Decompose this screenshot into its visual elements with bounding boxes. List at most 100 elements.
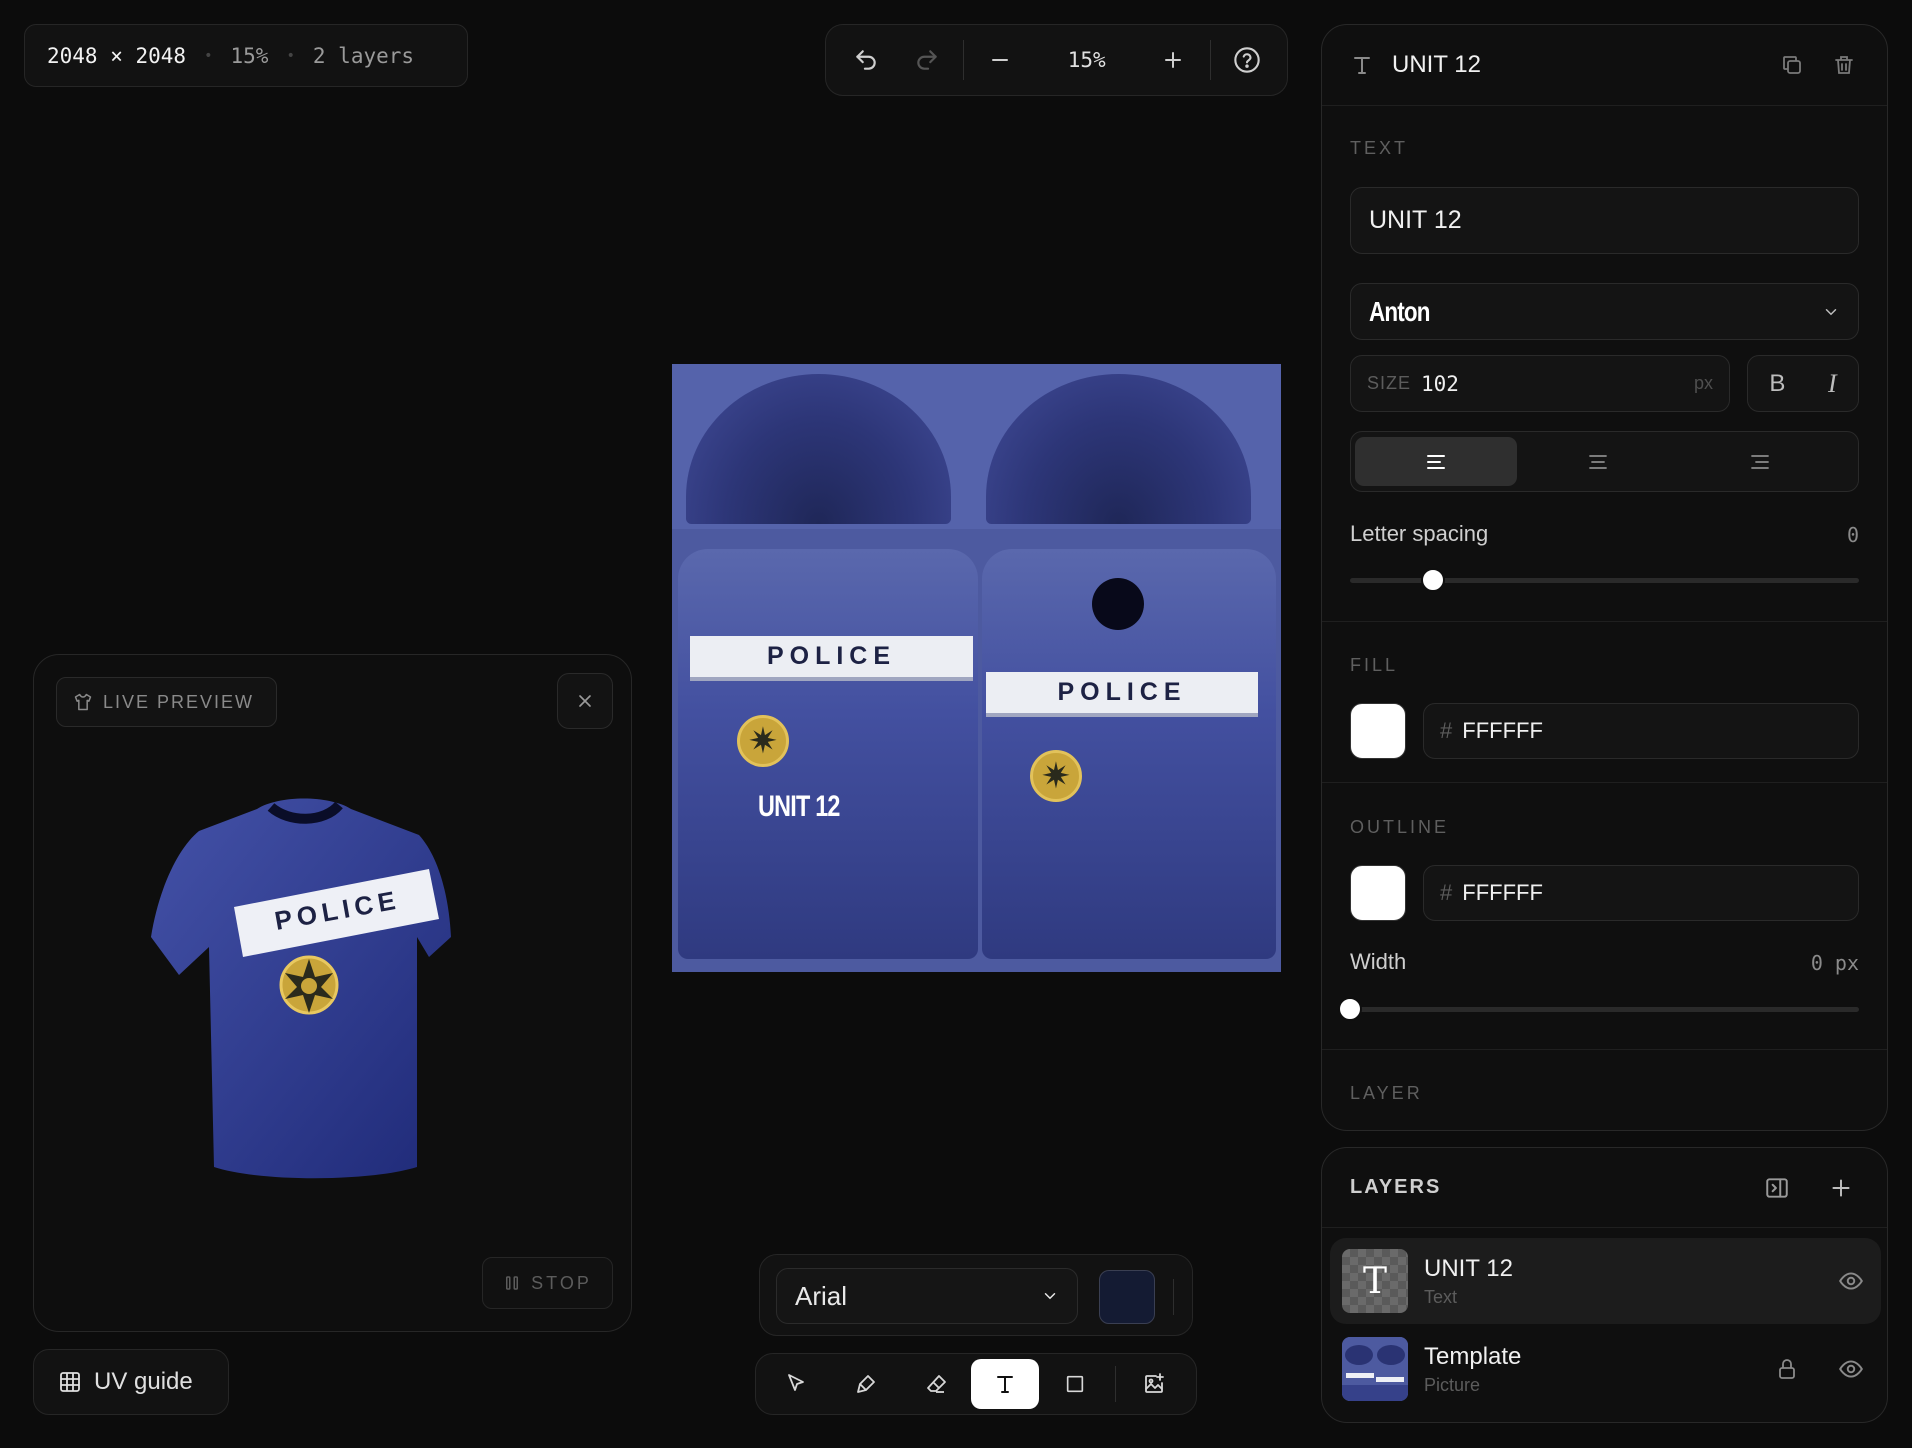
- size-value: 102: [1421, 371, 1459, 396]
- lock-toggle[interactable]: [1769, 1357, 1805, 1381]
- outline-width-slider[interactable]: [1350, 1007, 1859, 1012]
- copy-icon: [1783, 56, 1801, 74]
- brush-tool-button[interactable]: [832, 1359, 900, 1409]
- hash-label: #: [1440, 718, 1453, 743]
- neck-hole: [1092, 578, 1144, 630]
- align-center-button[interactable]: [1517, 437, 1679, 486]
- letter-spacing-knob[interactable]: [1421, 568, 1445, 592]
- police-stripe-back: POLICE: [986, 672, 1258, 717]
- layers-panel: LAYERS T UNIT 12 Text Template Picture: [1321, 1147, 1888, 1423]
- fill-hex-value: FFFFFF: [1462, 718, 1543, 743]
- zoom-value[interactable]: 15%: [1030, 48, 1143, 72]
- template-thumbnail-image: [1342, 1337, 1408, 1401]
- text-tool-button[interactable]: [971, 1359, 1040, 1409]
- layer-row-unit-12[interactable]: T UNIT 12 Text: [1330, 1238, 1881, 1324]
- divider: [1115, 1366, 1117, 1402]
- live-preview-badge: LIVE PREVIEW: [56, 677, 277, 727]
- layers-header: LAYERS: [1322, 1148, 1887, 1228]
- outline-width-knob[interactable]: [1338, 997, 1362, 1021]
- duplicate-layer-button[interactable]: [1777, 53, 1807, 77]
- outline-color-swatch[interactable]: [1350, 865, 1406, 921]
- redo-button[interactable]: [896, 32, 956, 88]
- outline-width-value: 0 px: [1810, 951, 1859, 975]
- police-stripe-front: POLICE: [690, 636, 973, 681]
- italic-button[interactable]: I: [1828, 369, 1837, 399]
- undo-icon: [856, 50, 876, 70]
- outline-width-label: Width: [1350, 949, 1407, 974]
- layer-name: Template: [1424, 1342, 1522, 1370]
- unit-text-layer[interactable]: UNIT 12: [758, 790, 840, 824]
- outline-section-label: OUTLINE: [1350, 817, 1450, 837]
- uv-guide-button[interactable]: UV guide: [33, 1349, 229, 1415]
- plus-icon: [1832, 1178, 1850, 1197]
- font-family-select[interactable]: Arial: [776, 1268, 1078, 1324]
- select-tool-button[interactable]: [762, 1359, 830, 1409]
- help-button[interactable]: [1217, 32, 1277, 88]
- text-icon: [1354, 57, 1370, 74]
- outline-hex-input[interactable]: # FFFFFF: [1423, 865, 1859, 921]
- chevron-down-icon: [1044, 1293, 1056, 1300]
- letter-spacing-value: 0: [1846, 523, 1859, 547]
- texture-canvas[interactable]: POLICE POLICE ✷ ✷ UNIT 12: [672, 364, 1281, 972]
- help-icon: [1234, 47, 1260, 73]
- canvas-info-bar: 2048 × 2048 • 15% • 2 layers: [24, 24, 468, 87]
- text-content-input[interactable]: UNIT 12: [1350, 187, 1859, 254]
- eraser-tool-button[interactable]: [902, 1359, 970, 1409]
- live-preview-panel: LIVE PREVIEW POLICE STOP: [33, 654, 632, 1332]
- tshirt-3d-model[interactable]: POLICE: [139, 787, 489, 1187]
- delete-layer-button[interactable]: [1829, 53, 1859, 77]
- shirt-front-panel: [678, 549, 978, 959]
- stop-label: STOP: [531, 1272, 592, 1293]
- layer-info: UNIT 12 Text: [1424, 1255, 1805, 1308]
- zoom-out-button[interactable]: [970, 32, 1030, 88]
- cursor-icon: [788, 1374, 804, 1391]
- canvas-dimensions: 2048 × 2048: [47, 43, 187, 68]
- eraser-icon: [926, 1375, 946, 1393]
- image-plus-icon: [1145, 1373, 1164, 1393]
- rectangle-tool-button[interactable]: [1041, 1359, 1109, 1409]
- fill-section-label: FILL: [1350, 655, 1399, 675]
- add-image-tool-button[interactable]: [1120, 1359, 1188, 1409]
- font-select[interactable]: Anton: [1350, 283, 1859, 340]
- align-right-button[interactable]: [1679, 437, 1841, 486]
- undo-button[interactable]: [836, 32, 896, 88]
- minus-icon: [991, 59, 1008, 61]
- add-layer-button[interactable]: [1823, 1175, 1859, 1201]
- lock-icon: [1779, 1359, 1795, 1379]
- tool-palette: [755, 1353, 1197, 1415]
- layer-name: UNIT 12: [1424, 1254, 1513, 1282]
- zoom-toolbar: 15%: [825, 24, 1288, 96]
- template-layer-thumbnail: [1342, 1337, 1408, 1401]
- eye-icon: [1839, 1360, 1863, 1378]
- divider: [1173, 1279, 1174, 1315]
- close-preview-button[interactable]: [557, 673, 613, 729]
- size-unit: px: [1693, 373, 1713, 393]
- visibility-toggle[interactable]: [1833, 1356, 1869, 1382]
- fill-color-swatch[interactable]: [1350, 703, 1406, 759]
- divider: [1209, 40, 1211, 80]
- fill-hex-input[interactable]: # FFFFFF: [1423, 703, 1859, 759]
- visibility-toggle[interactable]: [1833, 1268, 1869, 1294]
- tshirt-icon: [74, 693, 92, 711]
- align-center-icon: [1589, 454, 1607, 469]
- outline-hex-value: FFFFFF: [1462, 880, 1543, 905]
- alignment-group: [1350, 431, 1859, 492]
- pause-icon: [506, 1276, 519, 1290]
- hash-label: #: [1440, 880, 1453, 905]
- layer-row-template[interactable]: Template Picture: [1330, 1326, 1881, 1412]
- layers-title: LAYERS: [1350, 1176, 1442, 1198]
- brush-icon: [856, 1375, 875, 1393]
- collapse-panel-button[interactable]: [1759, 1175, 1795, 1201]
- live-preview-label: LIVE PREVIEW: [103, 691, 255, 712]
- trash-icon: [1835, 56, 1853, 74]
- bold-button[interactable]: B: [1769, 370, 1785, 398]
- separator-dot: •: [204, 47, 213, 64]
- font-size-input[interactable]: SIZE 102 px: [1350, 355, 1730, 412]
- text-color-swatch[interactable]: [1099, 1270, 1155, 1324]
- align-left-button[interactable]: [1355, 437, 1517, 486]
- grid-icon: [60, 1372, 80, 1392]
- badge-star-icon: ✷: [737, 715, 789, 767]
- font-family-value: Arial: [795, 1280, 848, 1311]
- zoom-in-button[interactable]: [1143, 32, 1203, 88]
- stop-rotation-button[interactable]: STOP: [482, 1257, 613, 1309]
